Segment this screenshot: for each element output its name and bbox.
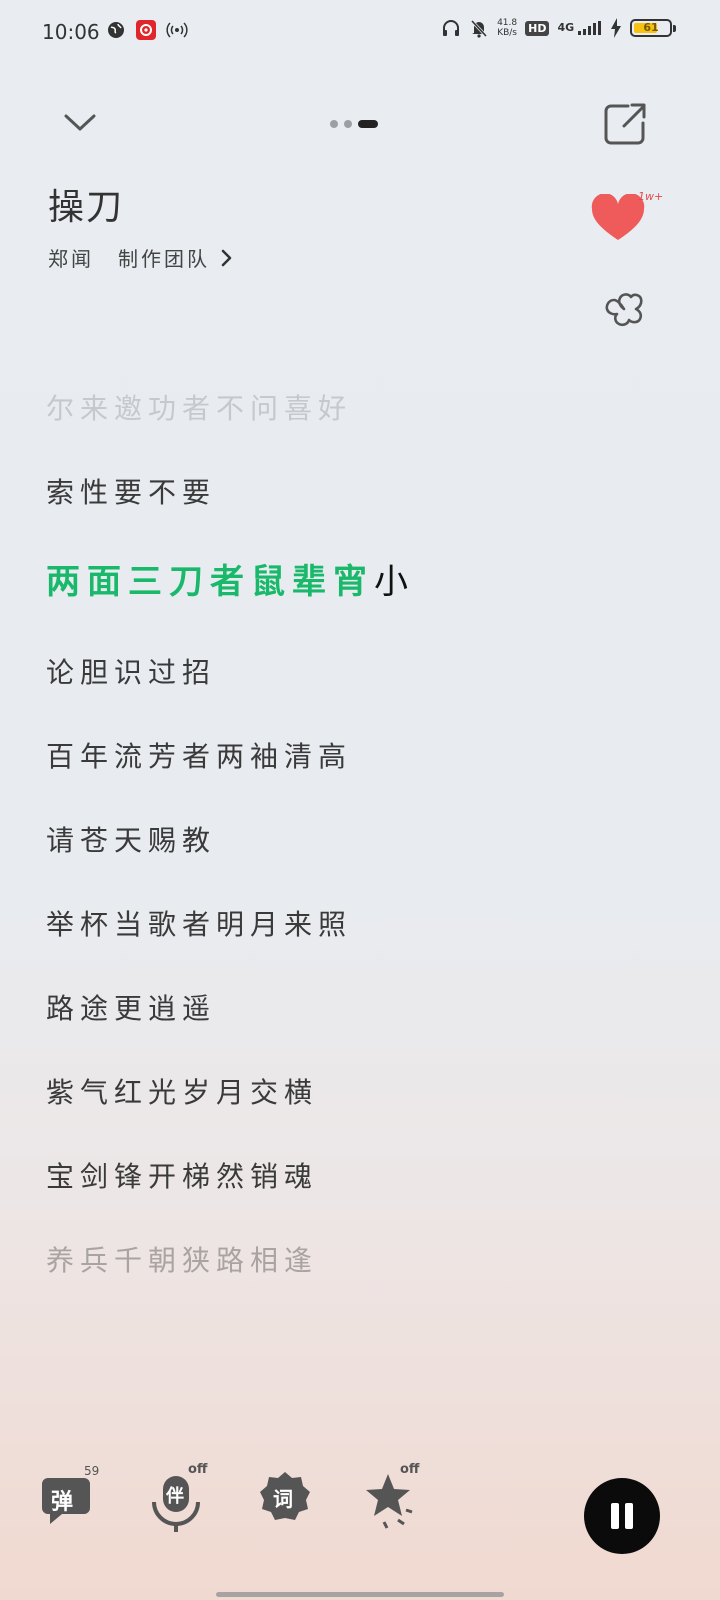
status-right-icons: 41.8 KB/s HD 4G 61 bbox=[441, 18, 676, 38]
accompaniment-state: off bbox=[188, 1462, 208, 1477]
artist-name[interactable]: 郑闻 bbox=[48, 243, 94, 272]
lyric-line[interactable]: 百年流芳者两袖清高 bbox=[46, 732, 646, 816]
clover-icon[interactable] bbox=[598, 287, 650, 339]
globe-icon bbox=[108, 22, 124, 38]
page-dot-2[interactable] bbox=[344, 120, 352, 128]
lyric-line[interactable]: 路途更逍遥 bbox=[46, 984, 646, 1068]
mute-bell-icon bbox=[470, 19, 488, 38]
page-indicator[interactable] bbox=[330, 120, 378, 128]
headphones-icon bbox=[443, 20, 460, 36]
production-team-link[interactable]: 制作团队 bbox=[118, 243, 210, 272]
network-type: 4G bbox=[557, 21, 602, 35]
lyrics-style-button[interactable]: 词 bbox=[258, 1468, 318, 1528]
lyric-line[interactable]: 论胆识过招 bbox=[46, 648, 646, 732]
signal-icon bbox=[578, 21, 601, 35]
lyrics-list[interactable]: 尔来邀功者不问喜好 索性要不要 两面三刀者鼠辈宵小 论胆识过招 百年流芳者两袖清… bbox=[46, 384, 646, 1320]
page-dot-3-active[interactable] bbox=[358, 120, 378, 128]
lyrics-style-label: 词 bbox=[273, 1487, 293, 1511]
collapse-chevron-icon[interactable] bbox=[58, 100, 102, 144]
lyric-line[interactable]: 养兵千朝狭路相逢 bbox=[46, 1236, 646, 1320]
netease-music-icon bbox=[136, 20, 156, 40]
status-left-icons bbox=[106, 20, 188, 40]
lyric-line[interactable]: 紫气红光岁月交横 bbox=[46, 1068, 646, 1152]
danmaku-button[interactable]: 弹 59 bbox=[40, 1464, 100, 1528]
page-dot-1[interactable] bbox=[330, 120, 338, 128]
artist-line[interactable]: 郑闻 制作团队 bbox=[48, 243, 234, 272]
hotspot-icon bbox=[166, 22, 188, 38]
net-speed-unit: KB/s bbox=[497, 28, 517, 38]
pause-icon-bar-left bbox=[611, 1503, 619, 1529]
charging-icon bbox=[611, 18, 621, 38]
lyric-current-unsung: 小 bbox=[374, 562, 415, 602]
home-indicator[interactable] bbox=[216, 1592, 504, 1597]
lyric-line-current[interactable]: 两面三刀者鼠辈宵小 bbox=[46, 552, 646, 648]
pause-icon-bar-right bbox=[625, 1503, 633, 1529]
battery-indicator: 61 bbox=[630, 19, 676, 37]
net-speed: 41.8 KB/s bbox=[497, 18, 517, 38]
danmaku-label: 弹 bbox=[51, 1490, 74, 1515]
lyric-line[interactable]: 索性要不要 bbox=[46, 468, 646, 552]
accompaniment-button[interactable]: 伴 off bbox=[150, 1462, 210, 1532]
lyric-current-sung: 两面三刀者鼠辈宵 bbox=[46, 562, 374, 602]
network-type-label: 4G bbox=[557, 21, 575, 34]
song-title: 操刀 bbox=[48, 187, 125, 228]
status-bar: 10:06 41.8 KB/s HD 4G 61 bbox=[0, 0, 720, 64]
pause-button[interactable] bbox=[584, 1478, 660, 1554]
effects-button[interactable]: off bbox=[364, 1462, 424, 1529]
lyric-line[interactable]: 请苍天赐教 bbox=[46, 816, 646, 900]
status-time: 10:06 bbox=[42, 20, 100, 44]
net-speed-value: 41.8 bbox=[497, 18, 518, 28]
star-sparkle-icon bbox=[366, 1474, 413, 1529]
chevron-right-icon[interactable] bbox=[218, 248, 234, 268]
share-icon[interactable] bbox=[602, 101, 648, 147]
lyric-line[interactable]: 尔来邀功者不问喜好 bbox=[46, 384, 646, 468]
battery-level: 61 bbox=[643, 21, 659, 34]
accompaniment-label: 伴 bbox=[166, 1486, 184, 1507]
like-button[interactable]: 1w+ bbox=[590, 190, 663, 250]
like-count: 1w+ bbox=[638, 190, 664, 203]
lyric-line[interactable]: 举杯当歌者明月来照 bbox=[46, 900, 646, 984]
lyric-line[interactable]: 宝剑锋开梯然销魂 bbox=[46, 1152, 646, 1236]
danmaku-count: 59 bbox=[84, 1464, 100, 1478]
hd-badge: HD bbox=[525, 20, 550, 36]
effects-state: off bbox=[400, 1462, 420, 1477]
